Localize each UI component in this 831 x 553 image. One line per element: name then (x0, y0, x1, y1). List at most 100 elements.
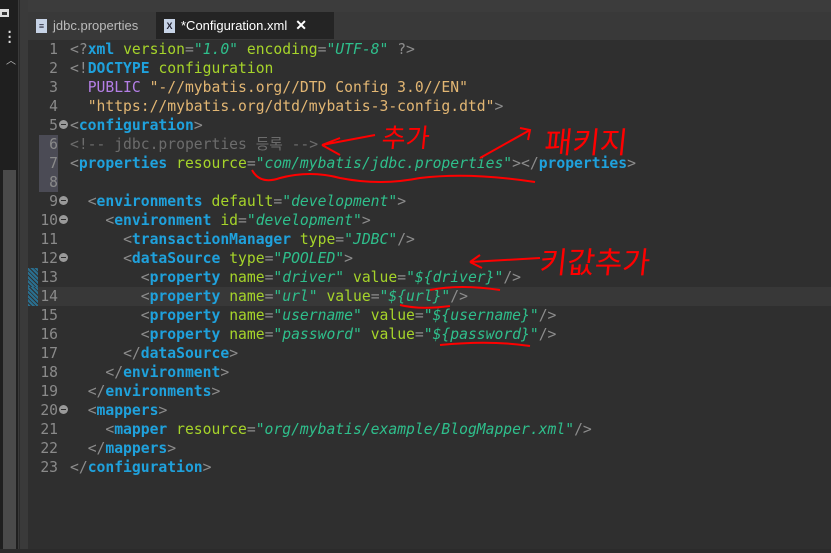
code-token: <! (70, 60, 88, 77)
code-text: <property name="driver" value="${driver}… (70, 268, 521, 287)
code-token: /> (503, 269, 522, 286)
code-line[interactable]: 19 </environments> (28, 382, 831, 401)
code-line[interactable]: 8 (28, 173, 831, 192)
code-line[interactable]: 11 <transactionManager type="JDBC"/> (28, 230, 831, 249)
line-number: 3 (49, 79, 58, 96)
fold-collapse-icon[interactable] (59, 215, 68, 224)
code-text: <property name="password" value="${passw… (70, 325, 557, 344)
code-token: > (229, 345, 239, 362)
more-options-icon[interactable]: · · · (6, 26, 13, 48)
code-token: < (123, 231, 132, 248)
code-token: value (326, 288, 371, 305)
line-number: 21 (40, 421, 58, 438)
code-line[interactable]: 18 </environment> (28, 363, 831, 382)
code-token: configuration (87, 459, 203, 476)
fold-collapse-icon[interactable] (59, 196, 68, 205)
code-line[interactable]: 2 <!DOCTYPE configuration (28, 59, 831, 78)
tab-jdbc-properties[interactable]: ≡ jdbc.properties (28, 12, 154, 39)
code-token: /> (397, 231, 415, 248)
code-token: < (140, 326, 150, 343)
code-token: = (335, 231, 345, 248)
fold-collapse-icon[interactable] (59, 120, 68, 129)
code-token: dataSource (131, 250, 221, 267)
code-line[interactable]: 3 PUBLIC "-//mybatis.org//DTD Config 3.0… (28, 78, 831, 97)
code-line[interactable]: 13 <property name="driver" value="${driv… (28, 268, 831, 287)
editor-border (20, 0, 28, 549)
scrollbar[interactable] (3, 170, 16, 549)
code-text: </mappers> (70, 439, 176, 458)
code-line[interactable]: 17 </dataSource> (28, 344, 831, 363)
code-token: </ (123, 345, 141, 362)
code-token: /> (450, 288, 468, 305)
code-line[interactable]: 4 "https://mybatis.org/dtd/mybatis-3-con… (28, 97, 831, 116)
code-token: /> (538, 326, 557, 343)
code-token: version (123, 41, 185, 58)
code-token: < (140, 269, 150, 286)
line-number: 5 (49, 117, 58, 134)
code-line[interactable]: 5 <configuration> (28, 116, 831, 135)
code-token: "JDBC" (344, 231, 398, 248)
code-line[interactable]: 6 <!-- jdbc.properties 등록 --> (28, 135, 831, 154)
code-token: property (149, 288, 221, 305)
line-number: 6 (39, 135, 58, 154)
code-token: ></ (512, 155, 539, 172)
code-token: mapper (114, 421, 168, 438)
minimize-icon[interactable] (0, 9, 9, 17)
code-token: /> (574, 421, 592, 438)
code-line[interactable]: 22 </mappers> (28, 439, 831, 458)
close-icon[interactable]: ✕ (295, 17, 307, 34)
fold-collapse-icon[interactable] (59, 253, 68, 262)
line-number: 9 (49, 193, 58, 210)
line-number: 16 (40, 326, 58, 343)
code-token: xml (87, 41, 115, 58)
code-token: < (70, 155, 79, 172)
code-token: > (167, 440, 177, 457)
code-line[interactable]: 10 <environment id="development"> (28, 211, 831, 230)
code-line[interactable]: 9 <environments default="development"> (28, 192, 831, 211)
code-token: environments (96, 193, 203, 210)
code-line[interactable]: 1 <?xml version="1.0" encoding="UTF-8" ?> (28, 40, 831, 59)
fold-collapse-icon[interactable] (59, 405, 68, 414)
code-editor[interactable]: 1 <?xml version="1.0" encoding="UTF-8" ?>… (28, 40, 831, 549)
code-line[interactable]: 14 <property name="url" value="${url}"/> (28, 287, 831, 306)
code-text: <environment id="development"> (70, 211, 370, 230)
code-token: default (211, 193, 274, 210)
code-line[interactable]: 20 <mappers> (28, 401, 831, 420)
code-token: "development" (282, 193, 398, 210)
code-token: "1.0" (193, 41, 239, 58)
code-line[interactable]: 7 <properties resource="com/mybatis/jdbc.… (28, 154, 831, 173)
code-token: resource (176, 155, 247, 172)
chevron-up-icon[interactable]: ︿ (6, 52, 16, 67)
code-line[interactable]: 15 <property name="username" value="${us… (28, 306, 831, 325)
code-token: value (353, 269, 398, 286)
code-token: > (220, 364, 230, 381)
tab-label: jdbc.properties (53, 18, 139, 33)
code-line[interactable]: 21 <mapper resource="org/mybatis/example… (28, 420, 831, 439)
code-token: configuration (78, 117, 194, 134)
code-token: < (70, 117, 79, 134)
code-token: "org/mybatis/example/BlogMapper.xml" (255, 421, 575, 438)
code-token: "${username}" (423, 307, 539, 324)
code-line[interactable]: 23 </configuration> (28, 458, 831, 477)
code-token: > (627, 155, 636, 172)
code-token: "UTF-8" (326, 41, 389, 58)
code-line[interactable]: 12 <dataSource type="POOLED"> (28, 249, 831, 268)
code-line[interactable]: 16 <property name="password" value="${pa… (28, 325, 831, 344)
tab-configuration-xml[interactable]: X *Configuration.xml ✕ (156, 12, 334, 39)
code-text: <configuration> (70, 116, 203, 135)
